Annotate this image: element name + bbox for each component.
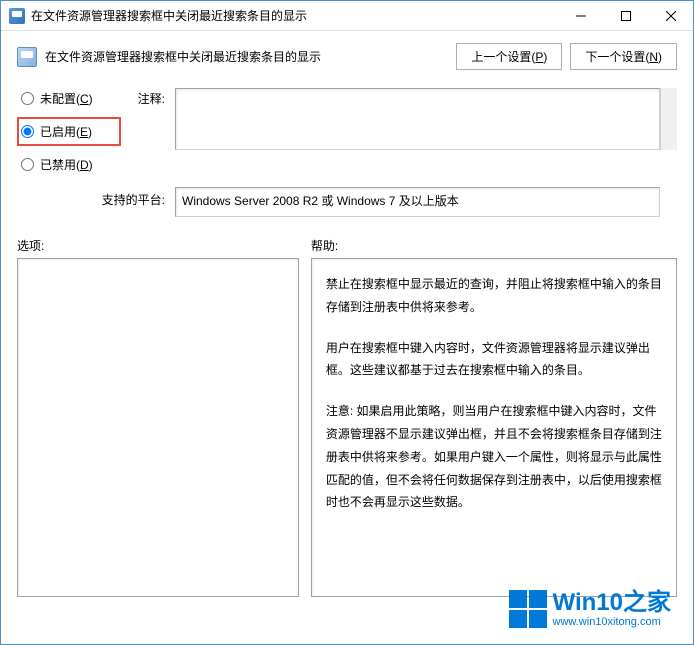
- minimize-button[interactable]: [558, 1, 603, 30]
- radio-not-configured[interactable]: 未配置(C): [17, 84, 121, 113]
- radio-disabled-input[interactable]: [21, 158, 34, 171]
- help-paragraph: 禁止在搜索框中显示最近的查询，并阻止将搜索框中输入的条目存储到注册表中供将来参考…: [326, 273, 662, 319]
- help-box: 禁止在搜索框中显示最近的查询，并阻止将搜索框中输入的条目存储到注册表中供将来参考…: [311, 258, 677, 597]
- radio-not-configured-label: 未配置(C): [40, 90, 93, 107]
- help-panel: 帮助: 禁止在搜索框中显示最近的查询，并阻止将搜索框中输入的条目存储到注册表中供…: [311, 237, 677, 597]
- policy-header-icon: [17, 47, 37, 67]
- next-setting-button[interactable]: 下一个设置(N): [570, 43, 677, 70]
- policy-icon: [9, 8, 25, 24]
- platform-row: 支持的平台: Windows Server 2008 R2 或 Windows …: [17, 187, 677, 217]
- scrollbar[interactable]: [660, 88, 677, 150]
- config-row: 未配置(C) 已启用(E) 已禁用(D) 注释:: [17, 84, 677, 183]
- platform-textarea: Windows Server 2008 R2 或 Windows 7 及以上版本: [175, 187, 660, 217]
- radio-not-configured-input[interactable]: [21, 92, 34, 105]
- radio-group: 未配置(C) 已启用(E) 已禁用(D): [17, 84, 121, 183]
- radio-disabled-label: 已禁用(D): [40, 156, 93, 173]
- titlebar: 在文件资源管理器搜索框中关闭最近搜索条目的显示: [1, 1, 693, 31]
- comment-section: 注释:: [121, 88, 677, 150]
- policy-title: 在文件资源管理器搜索框中关闭最近搜索条目的显示: [45, 48, 456, 65]
- help-label: 帮助:: [311, 237, 677, 254]
- radio-disabled[interactable]: 已禁用(D): [17, 150, 121, 179]
- options-box: [17, 258, 299, 597]
- content-area: 在文件资源管理器搜索框中关闭最近搜索条目的显示 上一个设置(P) 下一个设置(N…: [1, 31, 693, 644]
- radio-enabled-input[interactable]: [21, 125, 34, 138]
- radio-enabled[interactable]: 已启用(E): [17, 117, 121, 146]
- help-paragraph: 注意: 如果启用此策略，则当用户在搜索框中键入内容时，文件资源管理器不显示建议弹…: [326, 400, 662, 514]
- header-row: 在文件资源管理器搜索框中关闭最近搜索条目的显示 上一个设置(P) 下一个设置(N…: [17, 43, 677, 70]
- previous-setting-button[interactable]: 上一个设置(P): [456, 43, 562, 70]
- close-button[interactable]: [648, 1, 693, 30]
- window-controls: [558, 1, 693, 30]
- maximize-button[interactable]: [603, 1, 648, 30]
- options-label: 选项:: [17, 237, 299, 254]
- options-panel: 选项:: [17, 237, 299, 597]
- window-title: 在文件资源管理器搜索框中关闭最近搜索条目的显示: [31, 7, 558, 24]
- radio-enabled-label: 已启用(E): [40, 123, 92, 140]
- watermark-url: www.win10xitong.com: [553, 616, 671, 628]
- comment-textarea[interactable]: [175, 88, 660, 150]
- nav-buttons: 上一个设置(P) 下一个设置(N): [456, 43, 677, 70]
- help-paragraph: 用户在搜索框中键入内容时，文件资源管理器将显示建议弹出框。这些建议都基于过去在搜…: [326, 337, 662, 383]
- bottom-section: 选项: 帮助: 禁止在搜索框中显示最近的查询，并阻止将搜索框中输入的条目存储到注…: [17, 237, 677, 597]
- platform-label: 支持的平台:: [17, 187, 175, 208]
- comment-label: 注释:: [121, 88, 175, 150]
